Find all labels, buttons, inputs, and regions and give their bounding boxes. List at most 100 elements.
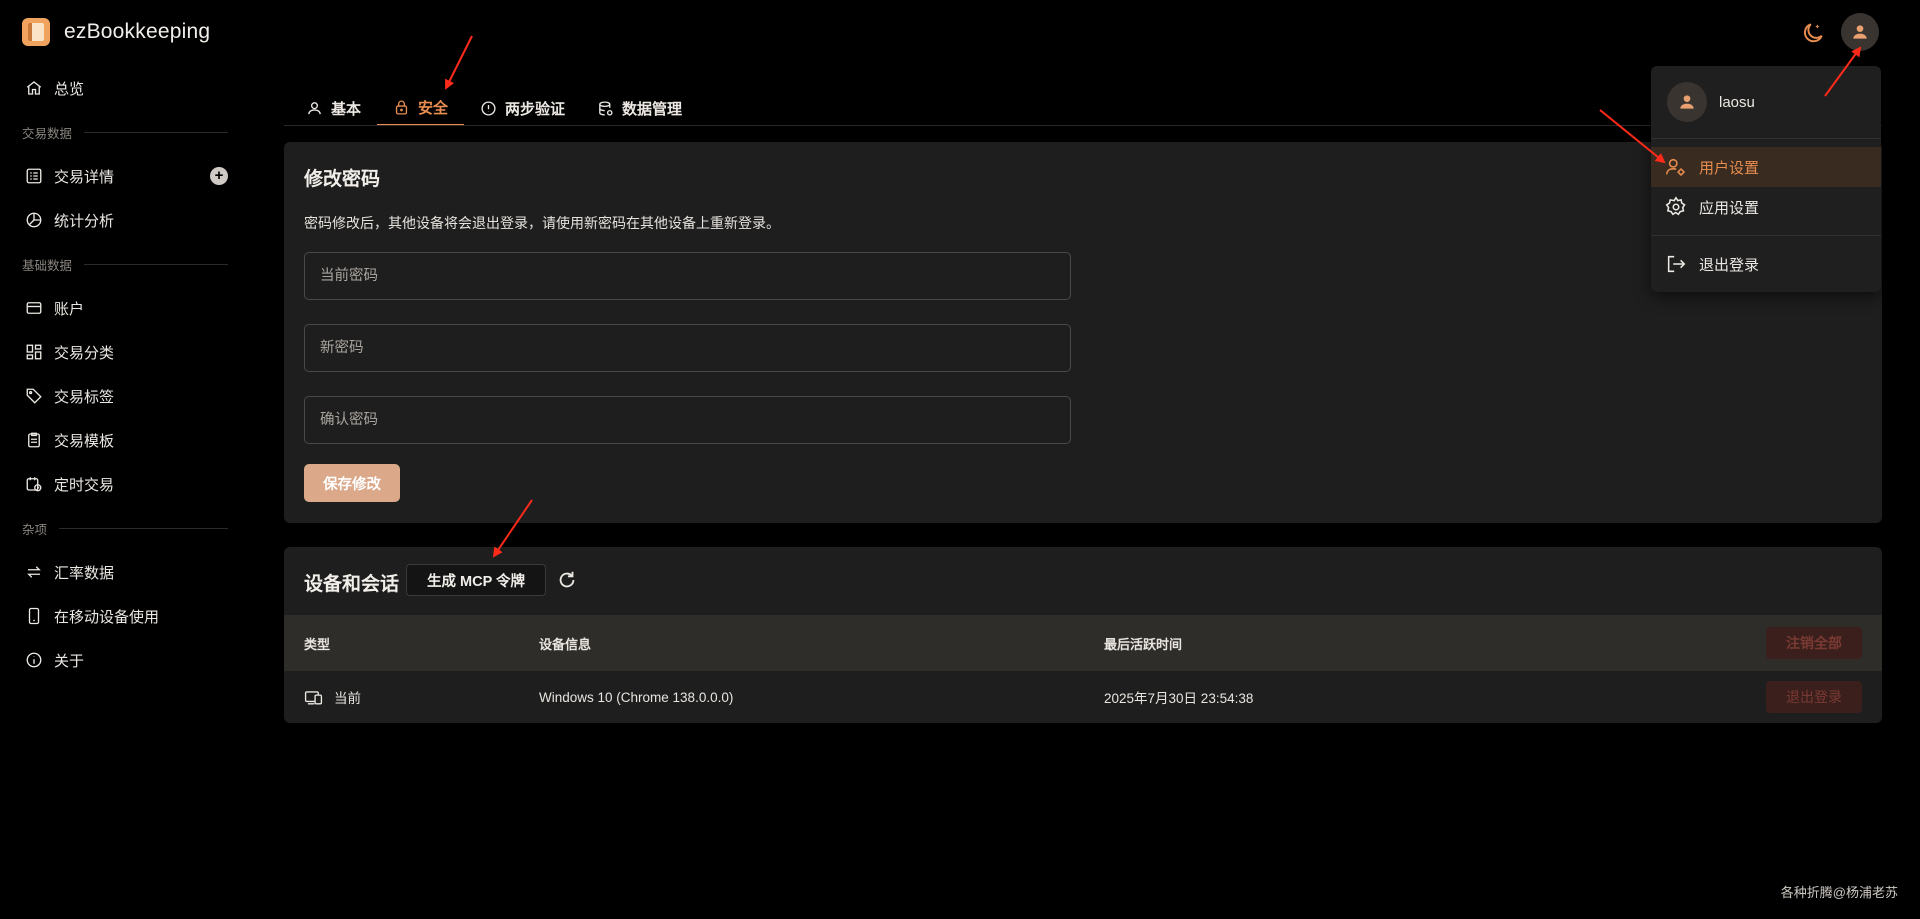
tag-icon: [24, 386, 44, 406]
save-button[interactable]: 保存修改: [304, 464, 400, 502]
tab-security[interactable]: 安全: [377, 90, 465, 126]
sidebar-item-scheduled[interactable]: 定时交易: [0, 462, 252, 506]
tab-label: 安全: [418, 99, 449, 117]
user-icon: [1853, 25, 1867, 39]
menu-divider: [1651, 235, 1881, 236]
menu-item-label: 用户设置: [1699, 159, 1760, 177]
moon-icon: [1803, 23, 1823, 43]
tab-two-factor[interactable]: 两步验证: [464, 90, 581, 126]
sidebar-item-mobile[interactable]: 在移动设备使用: [0, 594, 252, 638]
lock-icon: [395, 100, 408, 115]
menu-item-user-settings[interactable]: 用户设置: [1651, 147, 1881, 187]
device-info-cell: Windows 10 (Chrome 138.0.0.0): [539, 689, 734, 705]
devices-icon: [304, 690, 323, 705]
sidebar-item-label: 在移动设备使用: [54, 608, 160, 626]
tab-data-management[interactable]: 数据管理: [581, 90, 698, 126]
last-active-cell: 2025年7月30日 23:54:38: [1104, 691, 1254, 706]
sidebar-item-exchange-rates[interactable]: 汇率数据: [0, 550, 252, 594]
sidebar-item-categories[interactable]: 交易分类: [0, 330, 252, 374]
logout-icon: [1667, 255, 1686, 273]
clipboard-icon: [24, 430, 44, 450]
credit-card-icon: [24, 298, 44, 318]
phone-icon: [24, 606, 44, 626]
sidebar: ezBookkeeping 总览 交易数据 交易详情 + 统计分析 基础数据 账…: [0, 0, 252, 919]
sidebar-item-label: 定时交易: [54, 476, 115, 494]
user-icon: [1680, 95, 1694, 109]
device-type-label: 当前: [334, 691, 361, 706]
info-icon: [24, 650, 44, 670]
sidebar-item-label: 账户: [54, 300, 85, 318]
devices-sessions-card: 设备和会话 生成 MCP 令牌 类型 设备信息 最后活跃时间 注销全部 当前 W…: [284, 547, 1882, 723]
logout-session-button[interactable]: 退出登录: [1766, 681, 1862, 713]
sidebar-item-label: 统计分析: [54, 212, 115, 230]
brand[interactable]: ezBookkeeping: [22, 18, 210, 46]
grid-icon: [24, 342, 44, 362]
generate-mcp-token-button[interactable]: 生成 MCP 令牌: [406, 564, 546, 596]
database-icon: [599, 100, 613, 116]
sidebar-item-accounts[interactable]: 账户: [0, 286, 252, 330]
section-label: 基础数据: [22, 258, 73, 273]
sidebar-item-label: 交易模板: [54, 432, 115, 450]
user-menu: laosu 用户设置 应用设置 退出登录: [1651, 66, 1881, 292]
user-cog-icon: [1666, 158, 1685, 176]
sidebar-item-overview[interactable]: 总览: [0, 66, 252, 110]
refresh-button[interactable]: [556, 569, 578, 591]
sidebar-item-label: 汇率数据: [54, 564, 115, 582]
card-title: 修改密码: [304, 169, 381, 190]
pie-chart-icon: [24, 210, 44, 230]
confirm-password-field[interactable]: [304, 396, 1071, 444]
password-description: 密码修改后，其他设备将会退出登录，请使用新密码在其他设备上重新登录。: [304, 215, 780, 231]
tab-label: 基本: [331, 100, 362, 118]
user-avatar-button[interactable]: [1841, 13, 1879, 51]
table-row: 当前 Windows 10 (Chrome 138.0.0.0) 2025年7月…: [284, 671, 1882, 723]
tab-label: 数据管理: [622, 100, 683, 118]
sidebar-item-label: 交易标签: [54, 388, 115, 406]
add-transaction-button[interactable]: +: [210, 167, 228, 185]
sidebar-item-label: 交易详情: [54, 168, 115, 186]
table-header: 类型 设备信息 最后活跃时间 注销全部: [284, 615, 1882, 671]
column-type: 类型: [304, 636, 331, 652]
revoke-all-button[interactable]: 注销全部: [1766, 627, 1862, 659]
sidebar-item-statistics[interactable]: 统计分析: [0, 198, 252, 242]
alert-circle-icon: [481, 100, 496, 116]
menu-divider: [1651, 138, 1881, 139]
menu-item-logout[interactable]: 退出登录: [1651, 244, 1881, 284]
menu-item-app-settings[interactable]: 应用设置: [1651, 187, 1881, 227]
column-device-info: 设备信息: [539, 636, 592, 652]
sidebar-nav: 总览 交易数据 交易详情 + 统计分析 基础数据 账户 交易分类 交易标签 交易…: [0, 66, 252, 682]
app-title: ezBookkeeping: [64, 20, 211, 43]
avatar: [1667, 82, 1707, 122]
section-label: 交易数据: [22, 126, 73, 141]
calendar-clock-icon: [24, 474, 44, 494]
tab-basic[interactable]: 基本: [290, 90, 377, 126]
sidebar-item-label: 交易分类: [54, 344, 115, 362]
sidebar-item-label: 关于: [54, 652, 85, 670]
change-password-card: 修改密码 密码修改后，其他设备将会退出登录，请使用新密码在其他设备上重新登录。 …: [284, 142, 1882, 523]
new-password-field[interactable]: [304, 324, 1071, 372]
menu-item-label: 退出登录: [1699, 256, 1760, 274]
refresh-icon: [559, 571, 575, 588]
section-label: 杂项: [22, 522, 48, 537]
arrow-to-security-tab: [445, 35, 473, 90]
sidebar-item-transaction-details[interactable]: 交易详情 +: [0, 154, 252, 198]
user-icon: [308, 101, 321, 114]
device-type-cell: 当前: [304, 671, 361, 723]
exchange-icon: [24, 562, 44, 582]
sidebar-item-about[interactable]: 关于: [0, 638, 252, 682]
card-title: 设备和会话: [304, 574, 400, 595]
sidebar-item-label: 总览: [54, 80, 85, 98]
username: laosu: [1719, 93, 1755, 111]
tab-label: 两步验证: [505, 100, 566, 118]
menu-item-label: 应用设置: [1699, 199, 1760, 217]
home-icon: [24, 78, 44, 98]
sidebar-item-tags[interactable]: 交易标签: [0, 374, 252, 418]
sidebar-item-templates[interactable]: 交易模板: [0, 418, 252, 462]
section-misc: 杂项: [0, 506, 252, 550]
tabs-divider: [284, 125, 1882, 126]
gear-icon: [1665, 196, 1686, 216]
section-transactions: 交易数据: [0, 110, 252, 154]
menu-user-info: laosu: [1667, 82, 1755, 122]
list-icon: [24, 166, 44, 186]
theme-toggle-button[interactable]: [1800, 20, 1826, 46]
current-password-field[interactable]: [304, 252, 1071, 300]
